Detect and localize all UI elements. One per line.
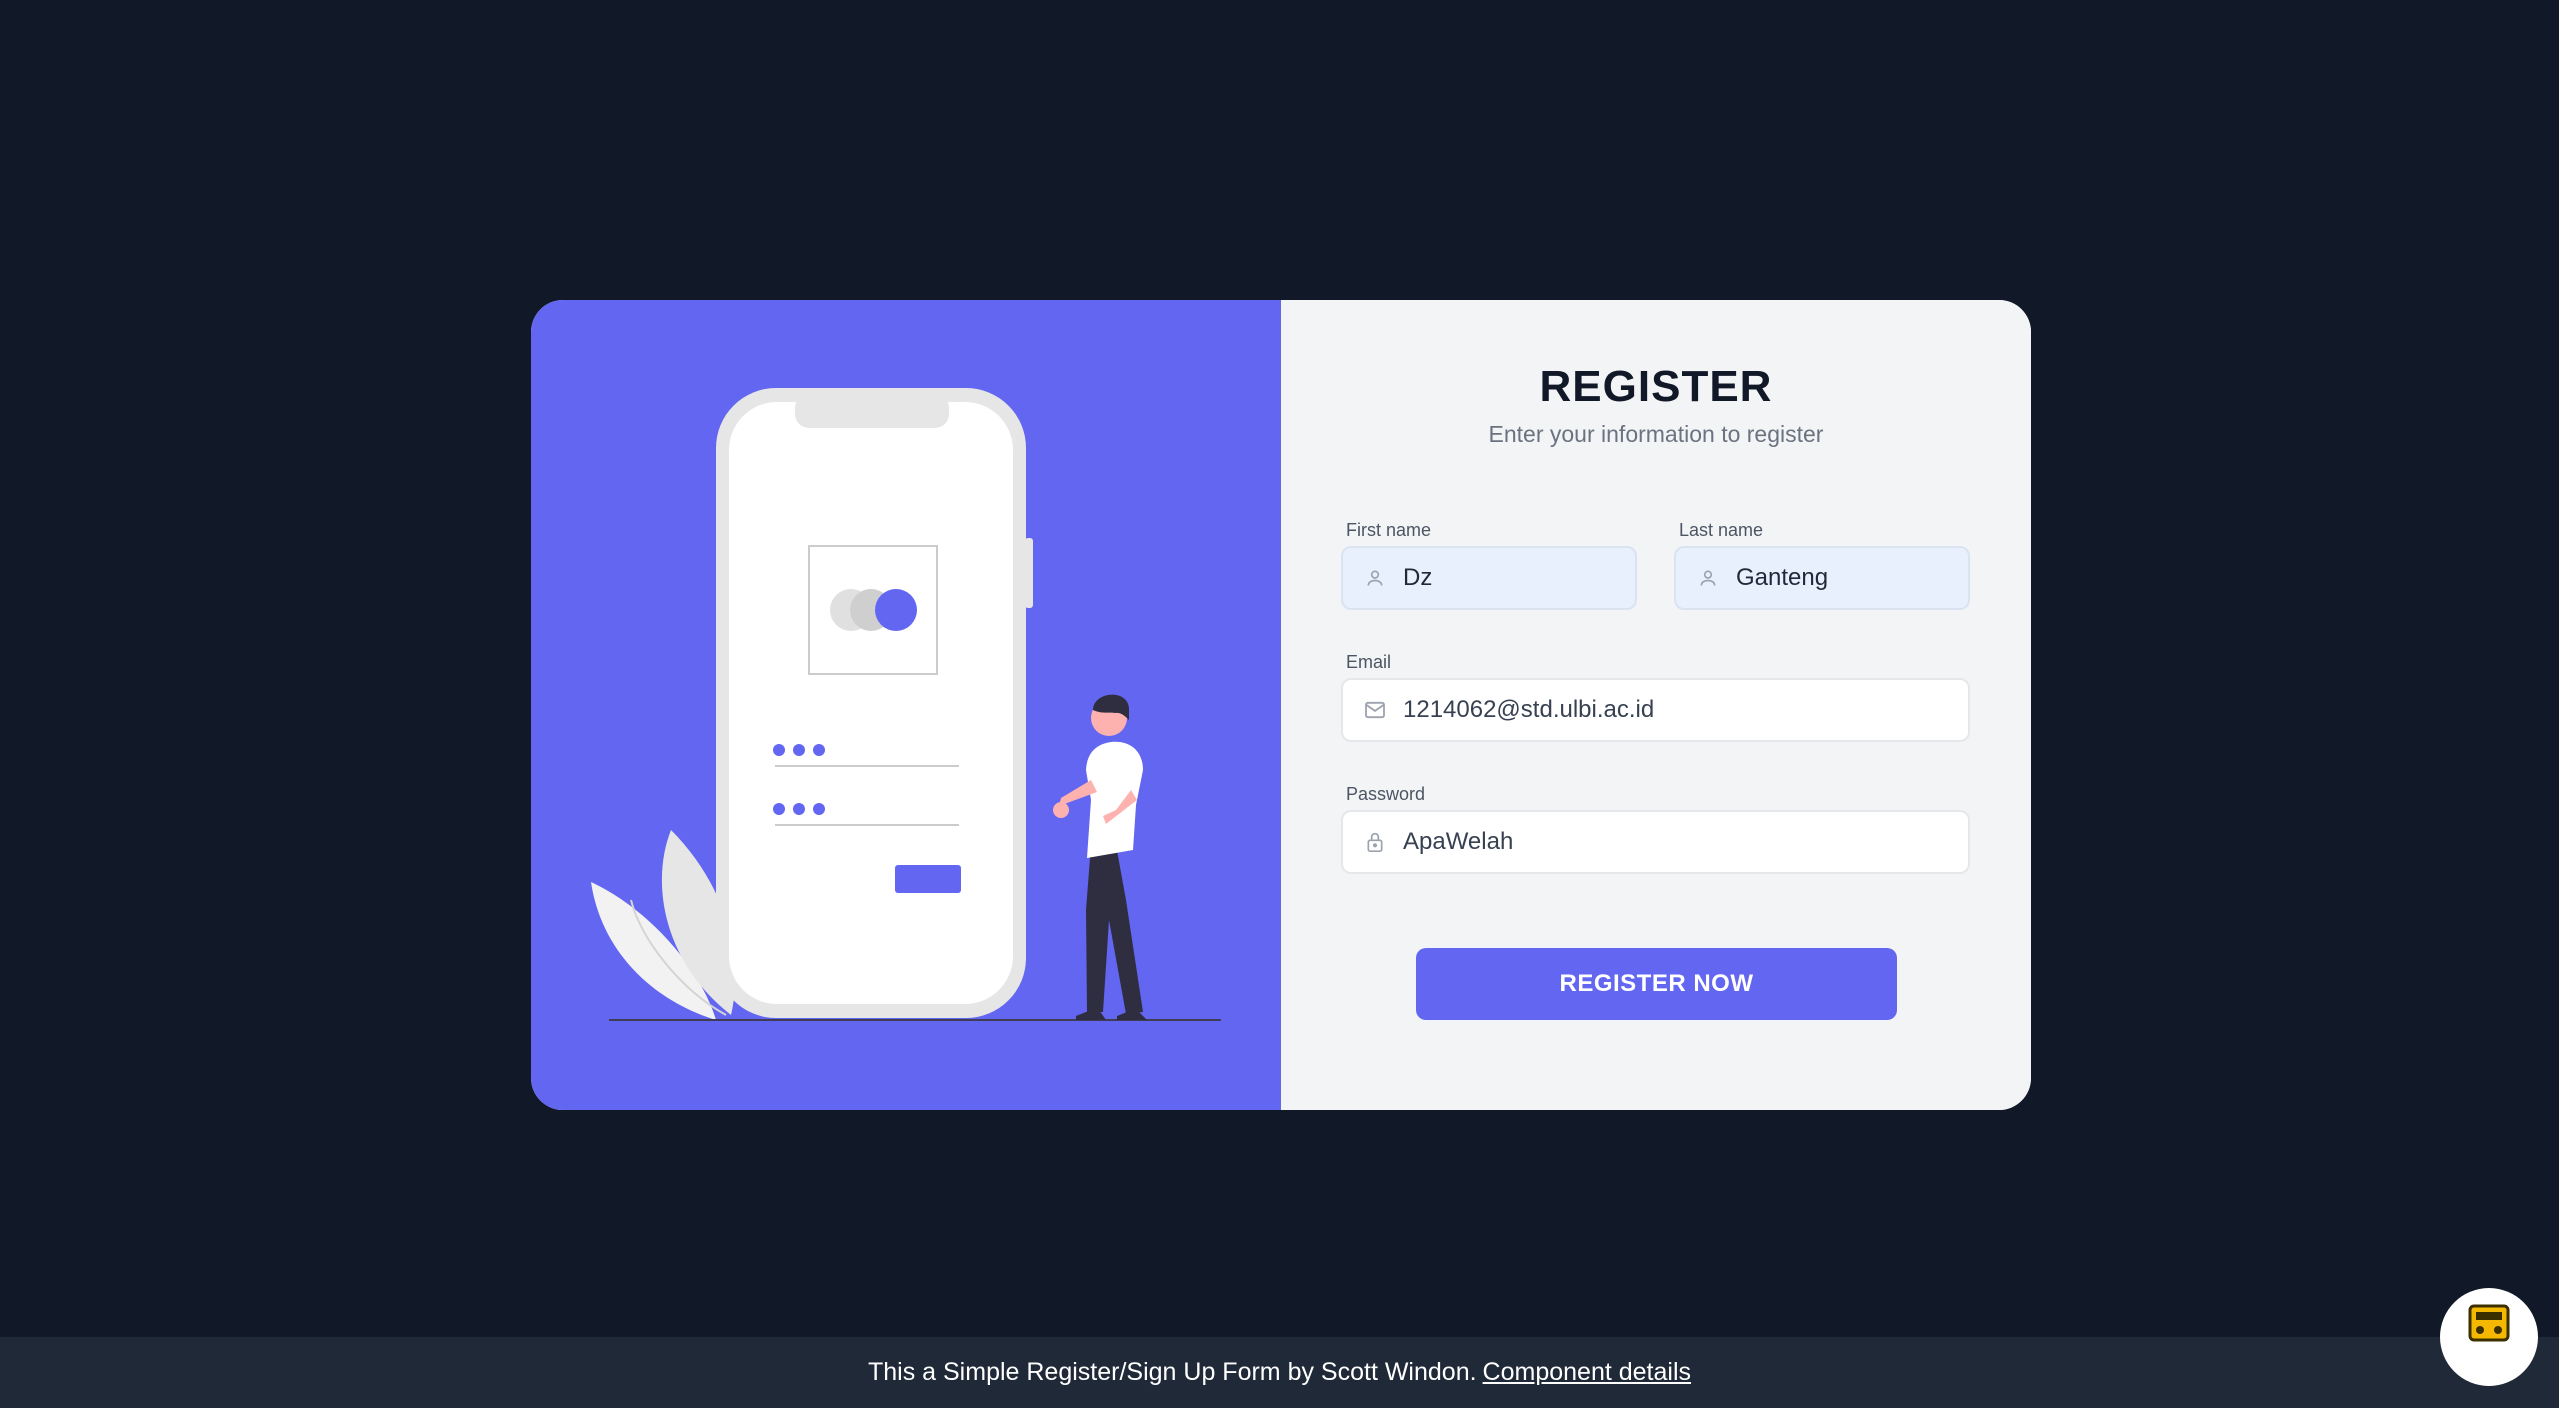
first-name-label: First name (1346, 520, 1432, 540)
register-card: REGISTER Enter your information to regis… (531, 300, 2031, 1110)
email-value: 1214062@std.ulbi.ac.id (1403, 696, 1655, 723)
mail-icon (1363, 698, 1387, 722)
component-details-link[interactable]: Component details (1483, 1358, 1691, 1387)
first-name-value: Dz (1403, 564, 1433, 591)
last-name-field[interactable]: Ganteng (1674, 546, 1970, 610)
lock-icon (1363, 830, 1387, 854)
form-title: REGISTER (1539, 362, 1773, 411)
form-subtitle: Enter your information to register (1488, 421, 1824, 447)
email-label: Email (1346, 652, 1392, 672)
password-label: Password (1346, 784, 1426, 804)
phone-illustration (716, 388, 1033, 1018)
first-name-field[interactable]: Dz (1341, 546, 1637, 610)
last-name-label: Last name (1679, 520, 1764, 540)
user-icon (1696, 566, 1720, 590)
last-name-value: Ganteng (1736, 564, 1829, 591)
illustration-panel (531, 300, 1281, 1110)
password-value: ApaWelah (1403, 828, 1514, 855)
email-field[interactable]: 1214062@std.ulbi.ac.id (1341, 678, 1970, 742)
footer-text: This a Simple Register/Sign Up Form by S… (867, 1358, 1477, 1386)
register-illustration (591, 388, 1221, 1021)
avatar-badge[interactable] (2440, 1288, 2538, 1386)
user-icon (1363, 566, 1387, 590)
register-now-button[interactable]: REGISTER NOW (1416, 948, 1897, 1020)
mascot-icon (2468, 1304, 2510, 1342)
person-illustration (1053, 694, 1147, 1020)
password-field[interactable]: ApaWelah (1341, 810, 1970, 874)
form-panel: REGISTER Enter your information to regis… (1281, 300, 2031, 1110)
plant-leaves (591, 830, 736, 1020)
footer-bar: This a Simple Register/Sign Up Form by S… (0, 1337, 2559, 1408)
